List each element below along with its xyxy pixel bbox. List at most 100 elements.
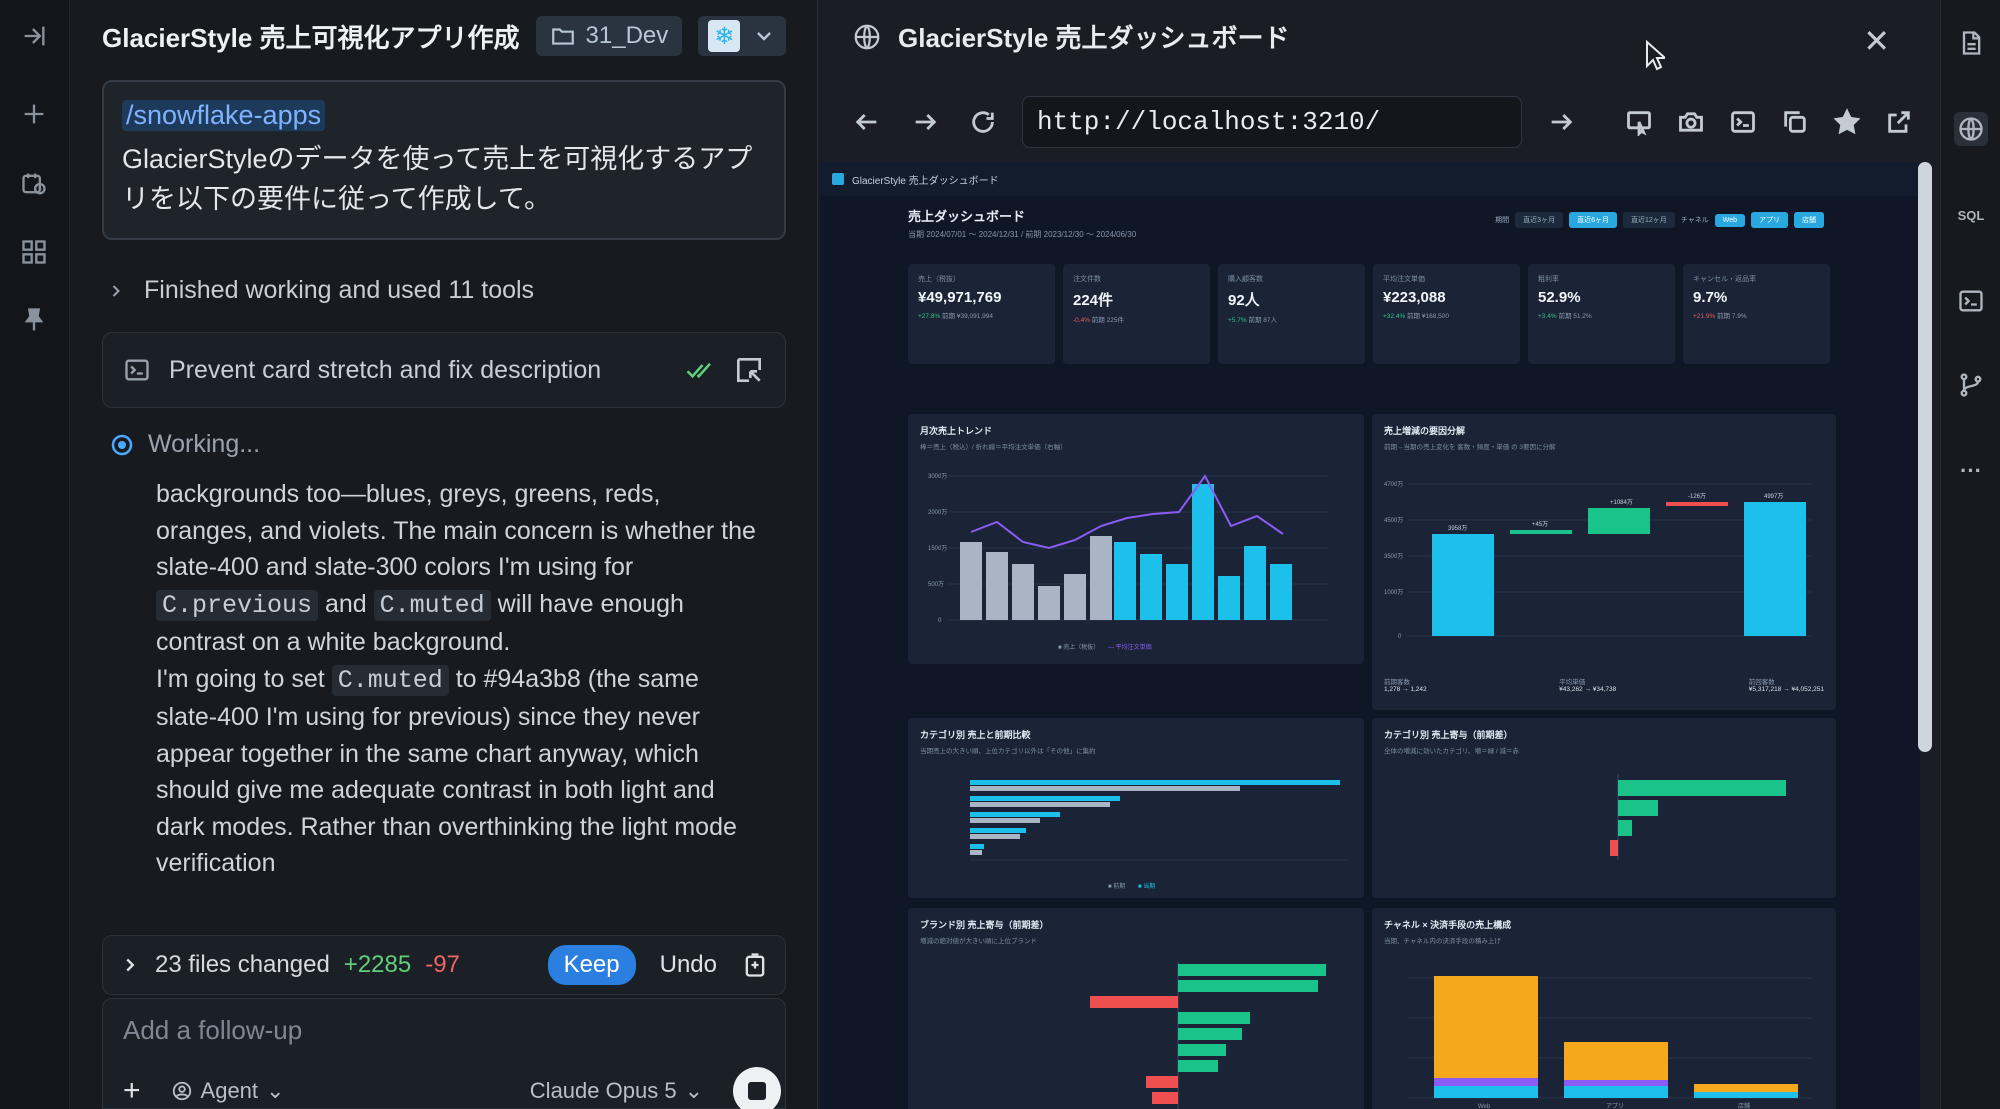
globe-icon[interactable]: [1954, 112, 1988, 146]
sql-icon[interactable]: SQL: [1954, 198, 1988, 232]
period-chip[interactable]: 直近6ヶ月: [1569, 212, 1617, 228]
svg-text:1000万: 1000万: [1384, 589, 1403, 596]
plus-icon[interactable]: [14, 94, 54, 134]
reload-icon[interactable]: [964, 103, 1002, 141]
terminal-icon: [125, 359, 149, 381]
console-icon[interactable]: [1724, 103, 1762, 141]
kpi-card: 購入顧客数 92人 +5.7% 前期 87人: [1218, 264, 1365, 364]
url-bar[interactable]: http://localhost:3210/: [1022, 96, 1522, 148]
snowflake-icon: ❄: [708, 20, 741, 52]
page-scrollbar[interactable]: [1918, 162, 1932, 752]
connection-selector[interactable]: ❄: [698, 16, 787, 56]
lines-added: +2285: [343, 951, 412, 978]
undo-button[interactable]: Undo: [650, 951, 727, 979]
kpi-label: 粗利率: [1538, 276, 1559, 283]
kpi-value: ¥223,088: [1383, 289, 1446, 306]
footer-label: 前回客数: [1748, 679, 1775, 686]
camera-icon[interactable]: [1672, 103, 1710, 141]
collapse-icon[interactable]: [14, 16, 54, 56]
svg-text:3000万: 3000万: [928, 473, 947, 480]
svg-text:500万: 500万: [928, 581, 944, 588]
svg-text:■ 当期: ■ 当期: [1138, 882, 1155, 890]
kpi-label: キャンセル・返品率: [1693, 276, 1756, 283]
mode-selector[interactable]: Agent ⌄: [171, 1078, 284, 1104]
working-status: Working...: [110, 430, 260, 459]
user-prompt: /snowflake-apps GlacierStyleのデータを使って売上を可…: [102, 80, 786, 240]
waterfall-footer: 前期客数 1,278 → 1,242 平均単価 ¥43,262 → ¥34,738 …: [1384, 676, 1824, 693]
star-icon[interactable]: [1828, 103, 1866, 141]
chat-header: GlacierStyle 売上可視化アプリ作成 31_Dev ❄: [102, 16, 787, 56]
channel-chip[interactable]: 店舗: [1794, 212, 1824, 228]
chevron-right-icon[interactable]: [119, 954, 141, 976]
filter-bar: 期間 直近3ヶ月 直近6ヶ月 直近12ヶ月 チャネル Web アプリ 店舗: [1495, 212, 1824, 228]
terminal-icon[interactable]: [1954, 284, 1988, 318]
review-changes-icon[interactable]: [741, 951, 769, 979]
kpi-note: 前期 51.2%: [1558, 313, 1592, 320]
copy-icon[interactable]: [1776, 103, 1814, 141]
svg-text:Web: Web: [1478, 1104, 1491, 1109]
app-logo-icon: [832, 173, 844, 185]
svg-text:-126万: -126万: [1688, 493, 1706, 500]
task-card[interactable]: Prevent card stretch and fix description: [102, 332, 786, 408]
composer-toolbar: + Agent ⌄ Claude Opus 5 ⌄: [123, 1067, 781, 1109]
footer-label: 平均単価: [1559, 679, 1586, 686]
kpi-value: 52.9%: [1538, 289, 1581, 306]
external-link-icon[interactable]: [1880, 103, 1918, 141]
followup-input[interactable]: [123, 1015, 723, 1046]
history-icon[interactable]: [14, 164, 54, 204]
close-icon[interactable]: ✕: [1863, 22, 1890, 60]
tools-summary-label: Finished working and used 11 tools: [144, 276, 535, 304]
grid-icon[interactable]: [14, 232, 54, 272]
go-icon[interactable]: [1542, 103, 1580, 141]
cast-icon[interactable]: [1620, 103, 1658, 141]
kpi-card: 粗利率 52.9% +3.4% 前期 51.2%: [1528, 264, 1675, 364]
task-label: Prevent card stretch and fix description: [169, 355, 602, 384]
model-selector[interactable]: Claude Opus 5 ⌄: [530, 1078, 703, 1104]
right-tool-rail: SQL ···: [1940, 0, 2000, 1109]
thinking-text-1: backgrounds too—blues, greys, greens, re…: [156, 480, 756, 581]
pin-icon[interactable]: [14, 300, 54, 340]
kpi-label: 注文件数: [1073, 276, 1101, 283]
add-context-button[interactable]: +: [123, 1074, 141, 1108]
forward-icon[interactable]: [906, 103, 944, 141]
kpi-note: 前期 87人: [1248, 317, 1277, 324]
kpi-card: キャンセル・返品率 9.7% +21.9% 前期 7.9%: [1683, 264, 1830, 364]
monthly-trend-card: 月次売上トレンド 棒＝売上（税込）/ 折れ線＝平均注文単価（右軸） 3000万 …: [908, 414, 1364, 664]
channel-chip[interactable]: Web: [1714, 213, 1745, 227]
more-icon[interactable]: ···: [1954, 454, 1988, 488]
agent-thinking-text: backgrounds too—blues, greys, greens, re…: [156, 476, 756, 882]
kpi-value: 224件: [1073, 292, 1114, 309]
stop-button[interactable]: [733, 1067, 781, 1109]
svg-text:■ 前期: ■ 前期: [1108, 882, 1125, 890]
keep-button[interactable]: Keep: [547, 945, 636, 985]
svg-text:4500万: 4500万: [1384, 517, 1403, 524]
period-chip[interactable]: 直近12ヶ月: [1622, 212, 1675, 228]
browser-tab[interactable]: GlacierStyle 売上ダッシュボード: [852, 18, 1290, 55]
svg-text:店舗: 店舗: [1738, 1102, 1750, 1109]
kpi-delta: +21.9%: [1693, 313, 1716, 320]
period-chip[interactable]: 直近3ヶ月: [1515, 212, 1564, 228]
document-icon[interactable]: [1954, 26, 1988, 60]
left-icon-rail: [0, 0, 70, 1109]
repo-chip[interactable]: 31_Dev: [535, 16, 683, 56]
git-branch-icon[interactable]: [1954, 368, 1988, 402]
browser-nav-bar: http://localhost:3210/: [848, 96, 1918, 148]
footer-value: ¥43,262 → ¥34,738: [1559, 686, 1617, 693]
tools-summary-toggle[interactable]: Finished working and used 11 tools: [106, 276, 534, 305]
files-changed-label[interactable]: 23 files changed: [155, 951, 330, 979]
kpi-delta: +32.4%: [1383, 313, 1406, 320]
mouse-cursor-icon: [1646, 40, 1665, 71]
open-in-panel-icon[interactable]: [733, 354, 765, 386]
app-name: GlacierStyle 売上ダッシュボード: [852, 175, 999, 187]
svg-text:3500万: 3500万: [1384, 553, 1403, 560]
repo-name: 31_Dev: [585, 22, 669, 49]
browser-panel: GlacierStyle 売上ダッシュボード ✕ http://localhos…: [818, 0, 1940, 1109]
dashboard-subtitle: 当期 2024/07/01 〜 2024/12/31 / 前期 2023/12/…: [908, 230, 1137, 239]
thinking-text-2: and: [324, 589, 367, 618]
channel-chip[interactable]: アプリ: [1751, 212, 1788, 228]
back-icon[interactable]: [848, 103, 886, 141]
kpi-delta: +27.8%: [918, 313, 941, 320]
kpi-card: 売上（税抜） ¥49,971,769 +27.8% 前期 ¥39,091,994: [908, 264, 1055, 364]
chevron-down-icon: ⌄: [684, 1078, 703, 1103]
brand-contribution-chart: [1090, 962, 1326, 1109]
